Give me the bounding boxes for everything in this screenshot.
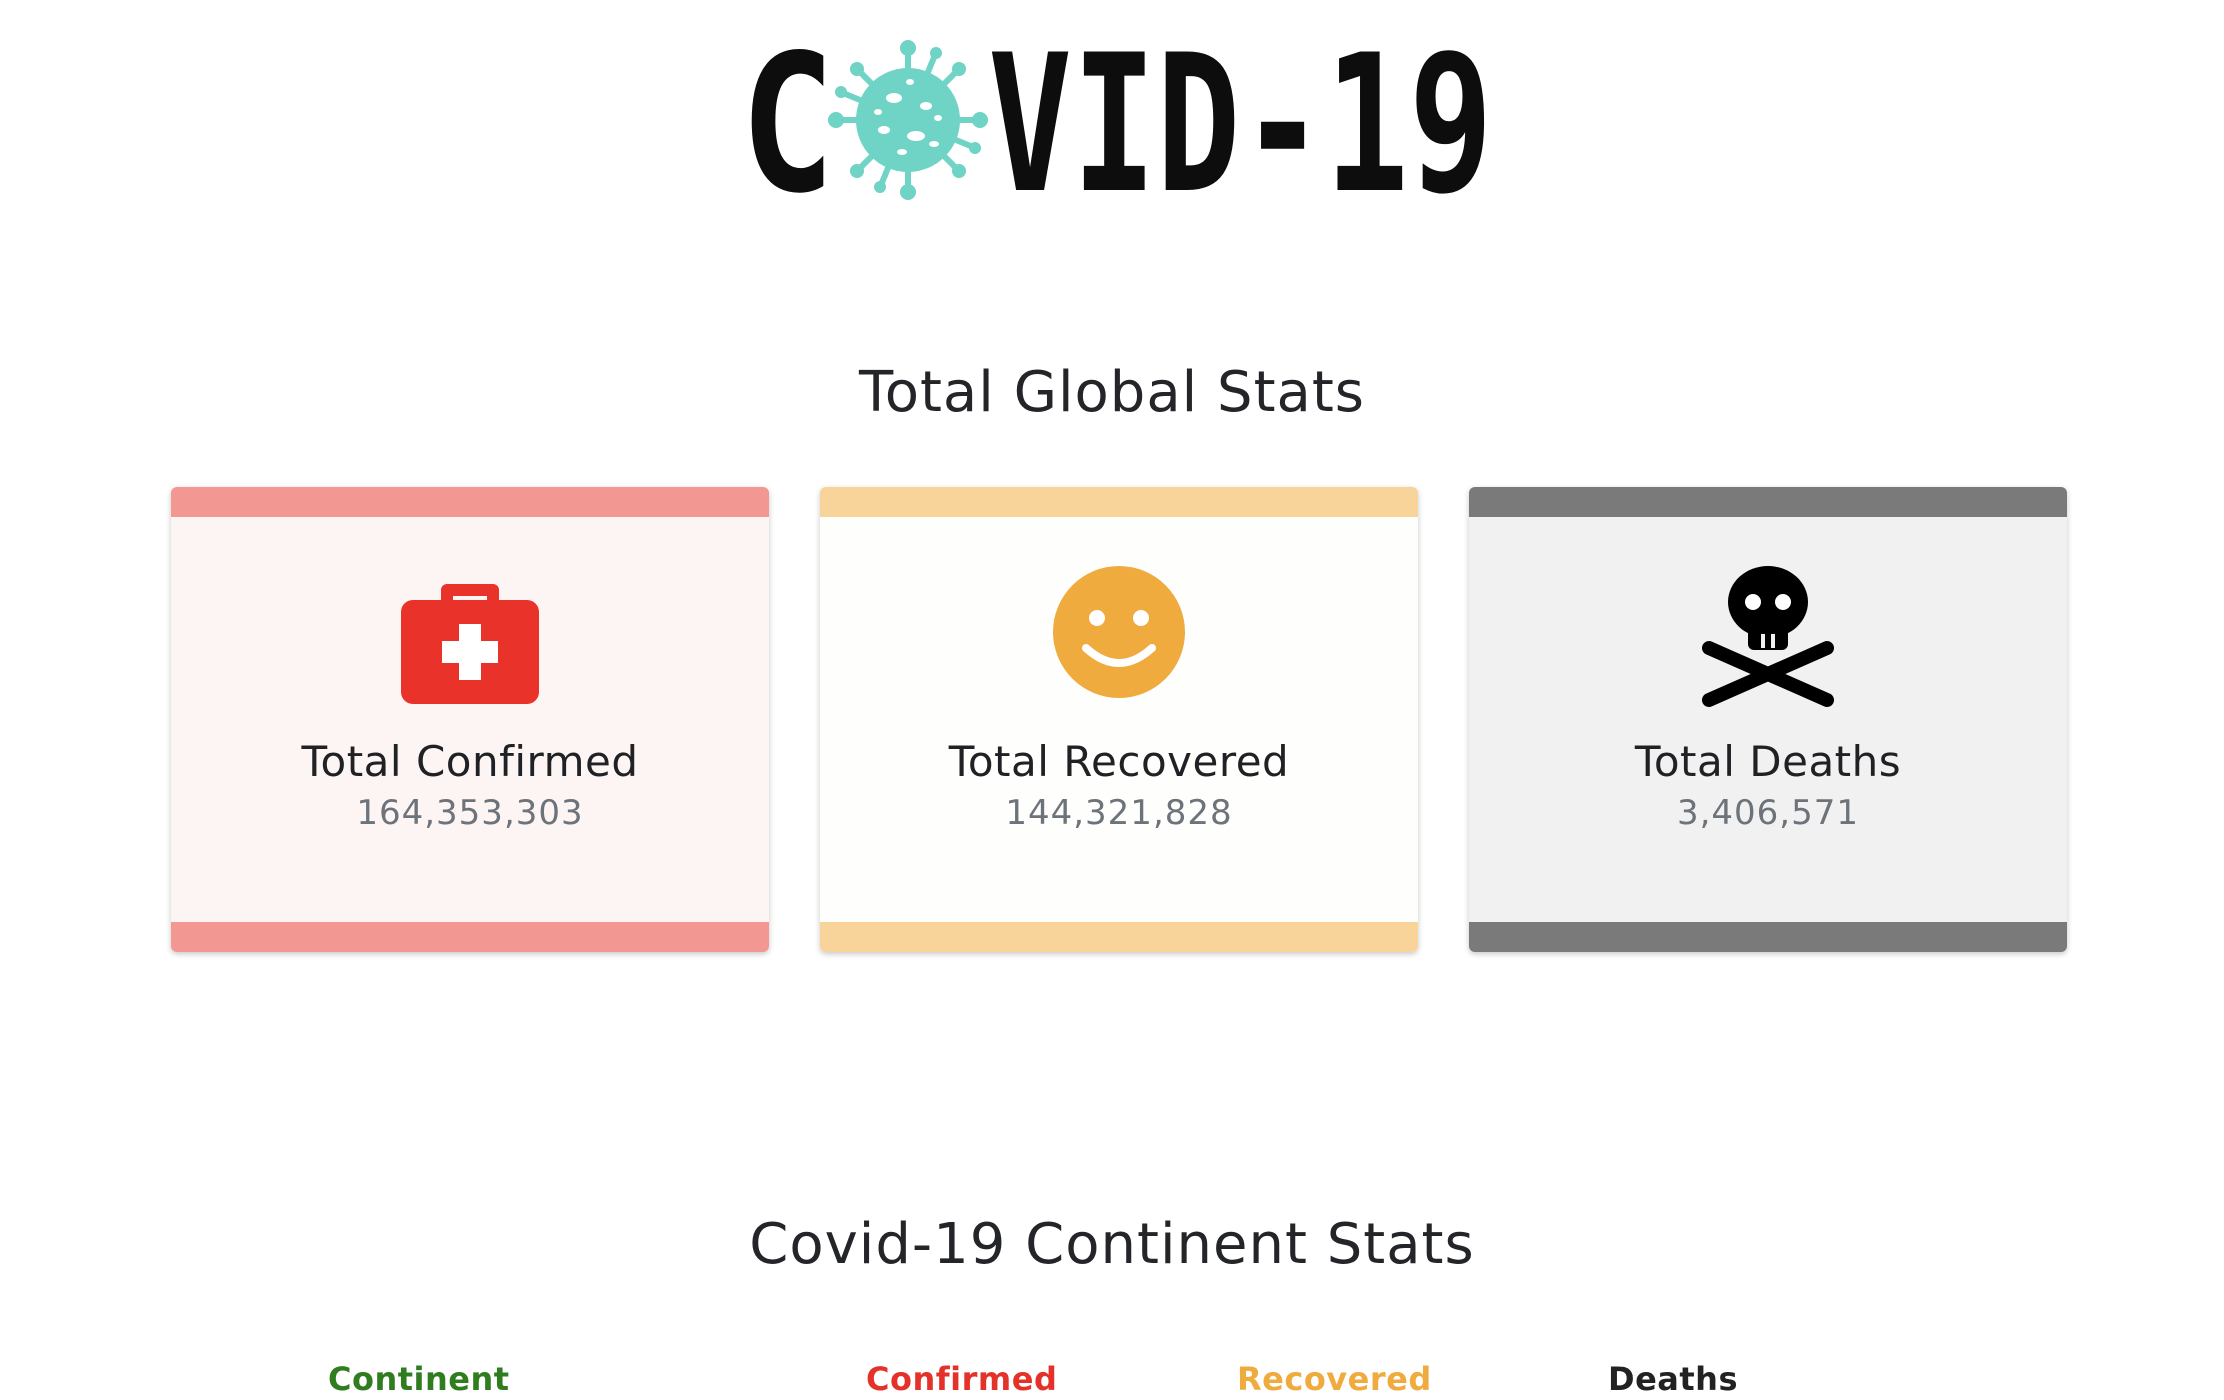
card-bottom-bar [1469, 922, 2067, 952]
column-header-deaths[interactable]: Deaths [1608, 1360, 1738, 1398]
virus-icon [828, 40, 988, 200]
recovered-card: Total Recovered 144,321,828 [820, 487, 1418, 952]
card-value: 164,353,303 [356, 793, 584, 833]
skull-crossbones-icon [1693, 562, 1843, 712]
card-bottom-bar [820, 922, 1418, 952]
card-top-bar [171, 487, 769, 517]
covid-19-logo: C VID-19 [740, 30, 1500, 210]
column-header-recovered[interactable]: Recovered [1237, 1360, 1432, 1398]
smiley-face-icon [1044, 562, 1194, 712]
card-value: 144,321,828 [1005, 793, 1233, 833]
first-aid-kit-icon [395, 562, 545, 712]
card-label: Total Deaths [1634, 737, 1902, 786]
card-label: Total Recovered [948, 737, 1290, 786]
card-bottom-bar [171, 922, 769, 952]
column-header-continent[interactable]: Continent [328, 1360, 510, 1398]
continent-stats-title: Covid-19 Continent Stats [749, 1212, 1475, 1277]
column-header-confirmed[interactable]: Confirmed [866, 1360, 1057, 1398]
card-top-bar [820, 487, 1418, 517]
confirmed-card: Total Confirmed 164,353,303 [171, 487, 769, 952]
logo-letter-c: C [740, 30, 835, 210]
card-value: 3,406,571 [1676, 793, 1860, 833]
deaths-card: Total Deaths 3,406,571 [1469, 487, 2067, 952]
global-stats-title: Total Global Stats [859, 360, 1365, 425]
logo-text-vid19: VID-19 [988, 30, 1493, 210]
card-top-bar [1469, 487, 2067, 517]
continent-table-header: Continent Confirmed Recovered Deaths [0, 1360, 2224, 1400]
card-label: Total Confirmed [301, 737, 639, 786]
